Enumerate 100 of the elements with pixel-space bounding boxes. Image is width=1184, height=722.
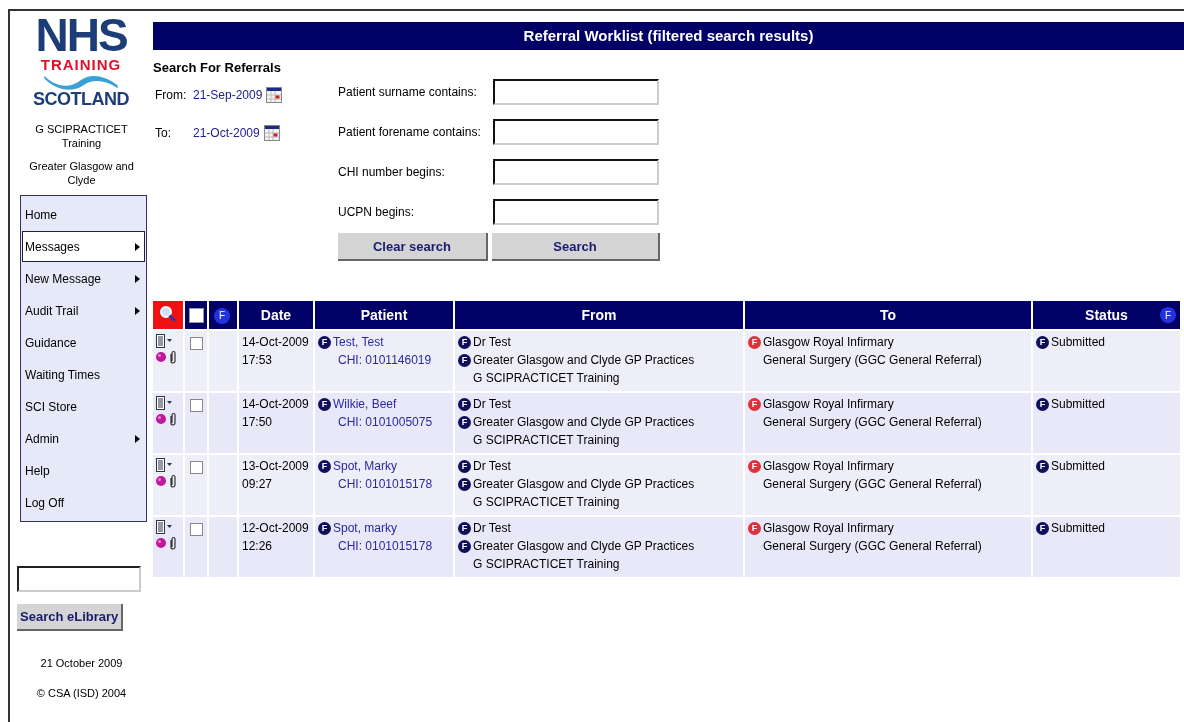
flag-badge[interactable]: F bbox=[1036, 521, 1049, 535]
menu-item[interactable]: Help bbox=[22, 455, 145, 486]
flag-badge[interactable]: F bbox=[318, 335, 331, 349]
flag-badge[interactable]: F bbox=[458, 477, 471, 491]
menu-item[interactable]: SCI Store bbox=[22, 391, 145, 422]
input-field[interactable] bbox=[493, 199, 659, 225]
date-label: From: bbox=[155, 88, 188, 102]
menu-item[interactable]: Messages bbox=[22, 231, 145, 262]
field-label: Patient surname contains: bbox=[338, 85, 478, 99]
menu-item[interactable]: Log Off bbox=[22, 487, 145, 518]
logo-text: NHS bbox=[35, 13, 127, 57]
copyright-text: © CSA (ISD) 2004 bbox=[35, 687, 128, 699]
column-header[interactable]: To bbox=[879, 307, 897, 323]
date-text: 21 October 2009 bbox=[39, 657, 124, 669]
flag-badge[interactable]: F bbox=[458, 459, 471, 473]
column-header[interactable]: Status bbox=[1085, 307, 1128, 323]
sender-text: Greater Glasgow and Clyde GP Practices bbox=[473, 476, 695, 493]
recipient-text: Glasgow Royal Infirmary bbox=[763, 396, 894, 413]
flag-badge[interactable]: F bbox=[748, 459, 761, 473]
flag-badge[interactable]: F bbox=[1036, 459, 1049, 473]
input-field[interactable] bbox=[493, 159, 659, 185]
flag-badge[interactable]: F bbox=[458, 415, 471, 429]
sphere-icon bbox=[156, 538, 166, 548]
calendar-icon[interactable] bbox=[266, 87, 283, 103]
input-field[interactable] bbox=[493, 119, 659, 145]
region-name: Greater Glasgow and Clyde bbox=[28, 159, 135, 187]
time-text: 17:50 bbox=[242, 414, 273, 431]
column-header[interactable]: Patient bbox=[360, 307, 408, 323]
date-text: 14-Oct-2009 bbox=[242, 396, 309, 413]
flag-badge[interactable]: F bbox=[748, 397, 761, 411]
search-button[interactable]: Search eLibrary bbox=[17, 604, 124, 631]
patient-name-link[interactable]: Wilkie, Beef bbox=[333, 395, 397, 413]
status-text: Submitted bbox=[1051, 520, 1106, 537]
flag-badge[interactable]: F bbox=[214, 307, 230, 324]
row-checkbox[interactable] bbox=[190, 523, 203, 536]
clear-button[interactable]: Clear search bbox=[338, 233, 488, 261]
patient-name-link[interactable]: Spot, Marky bbox=[333, 457, 398, 475]
menu-item[interactable]: Admin bbox=[22, 423, 145, 454]
date-label: To: bbox=[155, 126, 172, 140]
column-header[interactable]: From bbox=[581, 307, 617, 323]
document-menu-icon[interactable] bbox=[156, 334, 172, 348]
flag-badge[interactable]: F bbox=[1036, 397, 1049, 411]
chi-number: CHI: 0101015178 bbox=[338, 476, 433, 493]
flag-badge[interactable]: F bbox=[458, 335, 471, 349]
section-title: Search For Referrals bbox=[153, 60, 281, 75]
recipient-text: Glasgow Royal Infirmary bbox=[763, 520, 894, 537]
sender-text: Dr Test bbox=[473, 458, 511, 475]
select-all-checkbox[interactable] bbox=[188, 308, 204, 324]
search-button[interactable]: Search bbox=[492, 233, 660, 261]
sender-text: Greater Glasgow and Clyde GP Practices bbox=[473, 414, 695, 431]
document-menu-icon[interactable] bbox=[156, 458, 172, 472]
date-value[interactable]: 21-Sep-2009 bbox=[193, 88, 263, 102]
chi-number: CHI: 0101005075 bbox=[338, 414, 433, 431]
date-value[interactable]: 21-Oct-2009 bbox=[193, 126, 260, 140]
row-checkbox[interactable] bbox=[190, 337, 203, 350]
paperclip-icon[interactable] bbox=[169, 474, 177, 488]
sender-text: G SCIPRACTICET Training bbox=[473, 494, 620, 511]
recipient-text: General Surgery (GGC General Referral) bbox=[763, 538, 982, 555]
sphere-icon bbox=[156, 414, 166, 424]
status-text: Submitted bbox=[1051, 458, 1106, 475]
input-field[interactable] bbox=[493, 79, 659, 105]
document-menu-icon[interactable] bbox=[156, 396, 172, 410]
flag-badge[interactable]: F bbox=[458, 353, 471, 367]
search-icon[interactable] bbox=[159, 304, 177, 323]
time-text: 12:26 bbox=[242, 538, 273, 555]
document-menu-icon[interactable] bbox=[156, 520, 172, 534]
paperclip-icon[interactable] bbox=[169, 412, 177, 426]
flag-badge[interactable]: F bbox=[748, 335, 761, 349]
paperclip-icon[interactable] bbox=[169, 350, 177, 364]
flag-badge[interactable]: F bbox=[318, 459, 331, 473]
row-checkbox[interactable] bbox=[190, 461, 203, 474]
search-field[interactable] bbox=[17, 566, 141, 592]
paperclip-icon[interactable] bbox=[169, 536, 177, 550]
chi-number: CHI: 0101015178 bbox=[338, 538, 433, 555]
flag-badge[interactable]: F bbox=[458, 539, 471, 553]
sender-text: G SCIPRACTICET Training bbox=[473, 556, 620, 573]
calendar-icon[interactable] bbox=[263, 125, 280, 141]
row-checkbox[interactable] bbox=[190, 399, 203, 412]
flag-badge[interactable]: F bbox=[1160, 307, 1176, 323]
menu-item[interactable]: New Message bbox=[22, 263, 145, 294]
menu-item[interactable]: Audit Trail bbox=[22, 295, 145, 326]
menu-item[interactable]: Home bbox=[22, 199, 145, 230]
flag-badge[interactable]: F bbox=[1036, 335, 1049, 349]
recipient-text: General Surgery (GGC General Referral) bbox=[763, 476, 982, 493]
flag-badge[interactable]: F bbox=[458, 521, 471, 535]
flag-badge[interactable]: F bbox=[318, 397, 331, 411]
recipient-text: Glasgow Royal Infirmary bbox=[763, 334, 894, 351]
time-text: 09:27 bbox=[242, 476, 273, 493]
patient-name-link[interactable]: Spot, marky bbox=[333, 519, 398, 537]
training-label: TRAINING bbox=[40, 57, 122, 73]
field-label: UCPN begins: bbox=[338, 205, 416, 219]
flag-badge[interactable]: F bbox=[748, 521, 761, 535]
menu-item[interactable]: Guidance bbox=[22, 327, 145, 358]
sender-text: Dr Test bbox=[473, 396, 511, 413]
page-title: Referral Worklist (filtered search results) bbox=[523, 26, 814, 46]
flag-badge[interactable]: F bbox=[458, 397, 471, 411]
menu-item[interactable]: Waiting Times bbox=[22, 359, 145, 390]
date-text: 13-Oct-2009 bbox=[242, 458, 309, 475]
patient-name-link[interactable]: Test, Test bbox=[333, 333, 384, 351]
flag-badge[interactable]: F bbox=[318, 521, 331, 535]
